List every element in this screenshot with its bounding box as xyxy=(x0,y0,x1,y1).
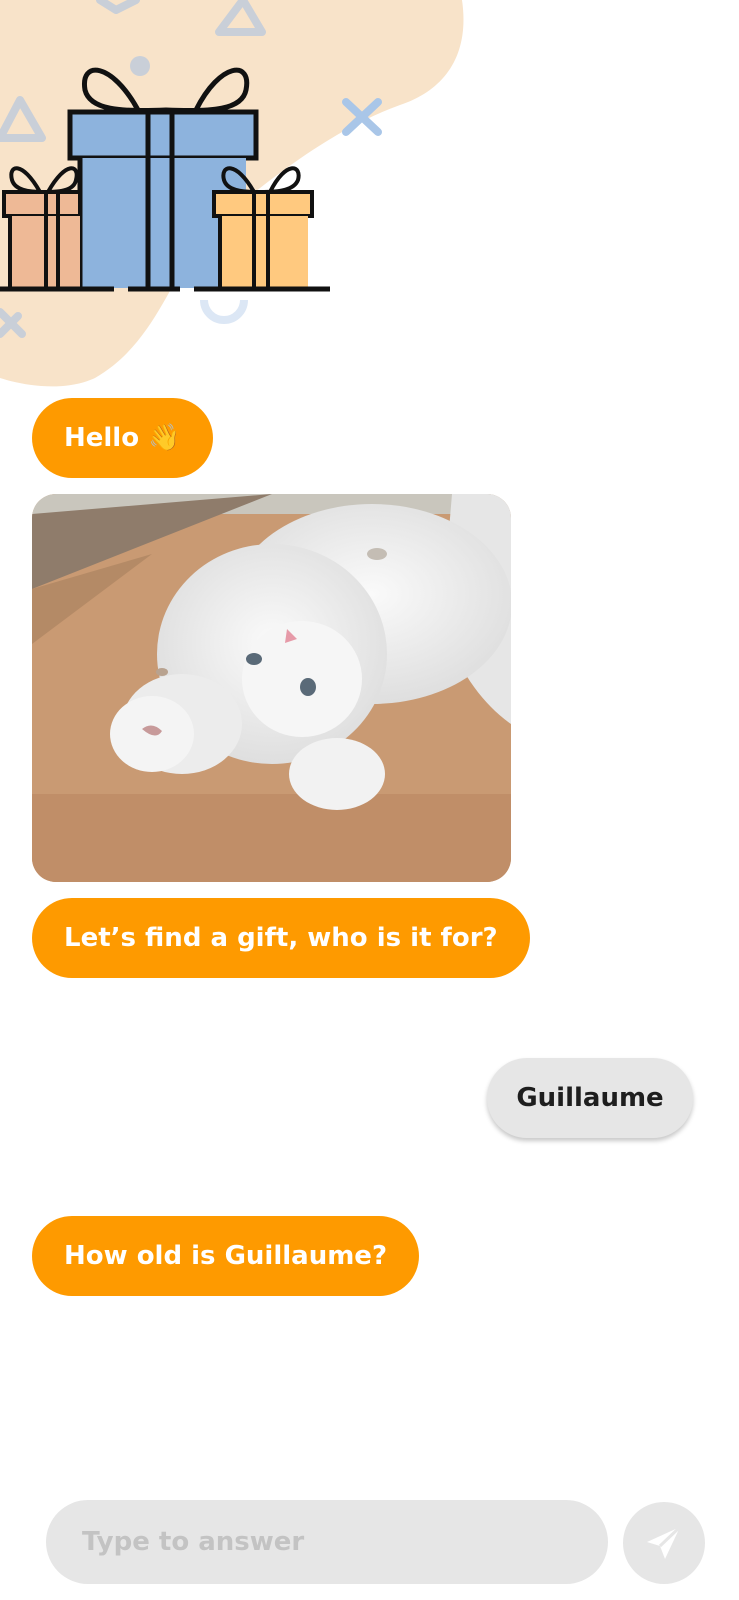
bot-message: How old is Guillaume? xyxy=(32,1216,420,1296)
paper-plane-icon xyxy=(644,1523,684,1563)
message-text: How old is Guillaume? xyxy=(64,1241,388,1271)
bot-message: Hello 👋 xyxy=(32,398,213,478)
message-text: Let’s find a gift, who is it for? xyxy=(64,923,498,953)
message-text: Hello 👋 xyxy=(64,423,181,453)
answer-input[interactable] xyxy=(80,1526,608,1558)
answer-input-container[interactable] xyxy=(46,1500,608,1584)
send-button[interactable] xyxy=(623,1502,705,1584)
cat-photo xyxy=(32,494,511,882)
user-message: Guillaume xyxy=(487,1058,693,1138)
bot-message: Let’s find a gift, who is it for? xyxy=(32,898,530,978)
gift-boxes-illustration xyxy=(0,0,470,390)
message-text: Guillaume xyxy=(516,1083,664,1113)
